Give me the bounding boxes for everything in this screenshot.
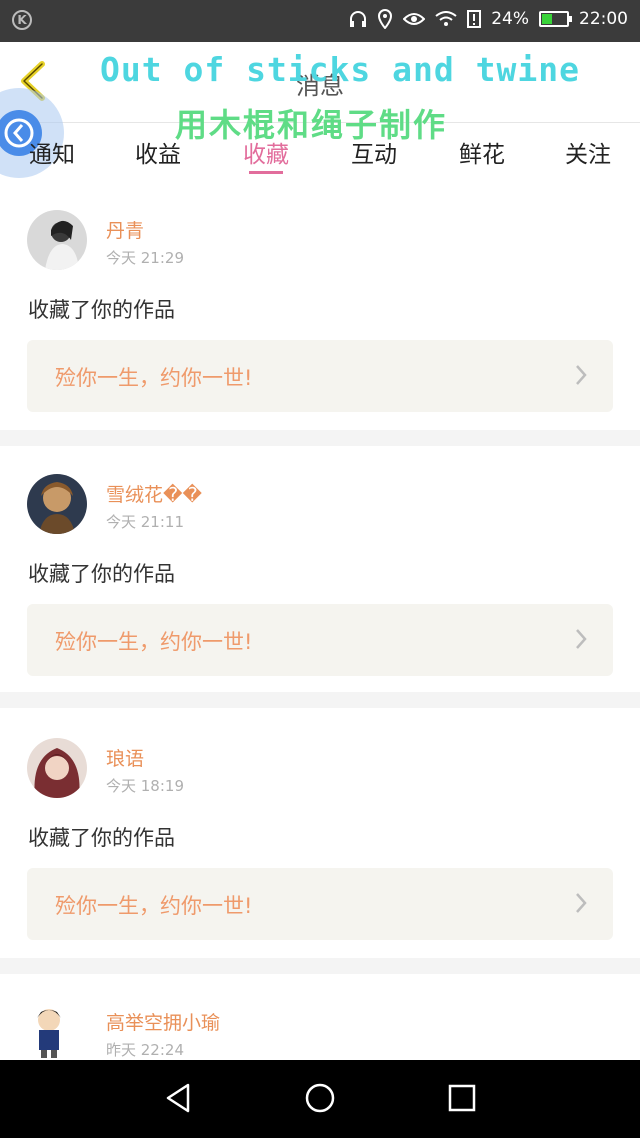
recents-nav-icon[interactable] — [448, 1082, 476, 1114]
wifi-icon — [435, 11, 457, 26]
home-nav-icon[interactable] — [304, 1082, 336, 1114]
work-link[interactable]: 殓你一生，约你一世! — [27, 604, 613, 676]
message-card: 雪绒花�� 今天 21:11 收藏了你的作品 殓你一生，约你一世! — [0, 446, 640, 692]
work-link[interactable]: 殓你一生，约你一世! — [27, 868, 613, 940]
message-action: 收藏了你的作品 — [28, 826, 175, 850]
battery-percent: 24% — [491, 9, 529, 29]
tab-earnings[interactable]: 收益 — [108, 135, 208, 169]
tab-interactions[interactable]: 互动 — [324, 135, 424, 169]
divider — [0, 430, 640, 446]
work-title: 殓你一生，约你一世! — [55, 894, 253, 918]
message-time: 昨天 22:24 — [106, 1041, 184, 1059]
avatar[interactable] — [27, 210, 87, 270]
watermark-english: Out of sticks and twine — [100, 50, 580, 89]
work-title: 殓你一生，约你一世! — [55, 630, 253, 654]
clock: 22:00 — [579, 9, 628, 29]
message-card: 高举空拥小瑜 昨天 22:24 — [0, 974, 640, 1060]
tab-favorites[interactable]: 收藏 — [216, 135, 316, 169]
divider — [0, 692, 640, 708]
message-action: 收藏了你的作品 — [28, 298, 175, 322]
user-name[interactable]: 雪绒花�� — [106, 480, 202, 507]
message-card: 丹青 今天 21:29 收藏了你的作品 殓你一生，约你一世! — [0, 184, 640, 430]
system-nav-bar — [0, 1060, 640, 1138]
app-k-icon: K — [12, 10, 32, 30]
headset-icon — [350, 11, 367, 27]
message-action: 收藏了你的作品 — [28, 562, 175, 586]
app-header: 消息 Out of sticks and twine 用木棍和绳子制作 — [0, 42, 640, 144]
message-card: 琅语 今天 18:19 收藏了你的作品 殓你一生，约你一世! — [0, 708, 640, 958]
work-link[interactable]: 殓你一生，约你一世! — [27, 340, 613, 412]
message-time: 今天 21:11 — [106, 513, 184, 531]
chevron-right-icon — [576, 365, 587, 385]
user-name[interactable]: 丹青 — [106, 216, 144, 243]
message-tabs: 通知 收益 收藏 互动 鲜花 关注 — [0, 123, 640, 183]
avatar[interactable] — [27, 474, 87, 534]
chevron-right-icon — [576, 893, 587, 913]
battery-icon — [539, 11, 572, 27]
status-icons: 24% 22:00 — [349, 9, 628, 29]
tab-flowers[interactable]: 鲜花 — [432, 135, 532, 169]
user-name[interactable]: 琅语 — [106, 744, 144, 771]
message-time: 今天 21:29 — [106, 249, 184, 267]
chevron-right-icon — [576, 629, 587, 649]
avatar[interactable] — [27, 1000, 87, 1060]
eye-icon — [403, 13, 426, 25]
back-nav-icon[interactable] — [164, 1082, 192, 1114]
tab-following[interactable]: 关注 — [538, 135, 638, 169]
user-name[interactable]: 高举空拥小瑜 — [106, 1008, 220, 1035]
active-tab-indicator — [249, 171, 283, 174]
alert-icon — [467, 10, 482, 28]
location-icon — [378, 9, 393, 29]
message-time: 今天 18:19 — [106, 777, 184, 795]
avatar[interactable] — [27, 738, 87, 798]
tab-notifications[interactable]: 通知 — [2, 135, 102, 169]
status-bar: K 24% 22:00 — [0, 0, 640, 42]
work-title: 殓你一生，约你一世! — [55, 366, 253, 390]
divider — [0, 958, 640, 974]
